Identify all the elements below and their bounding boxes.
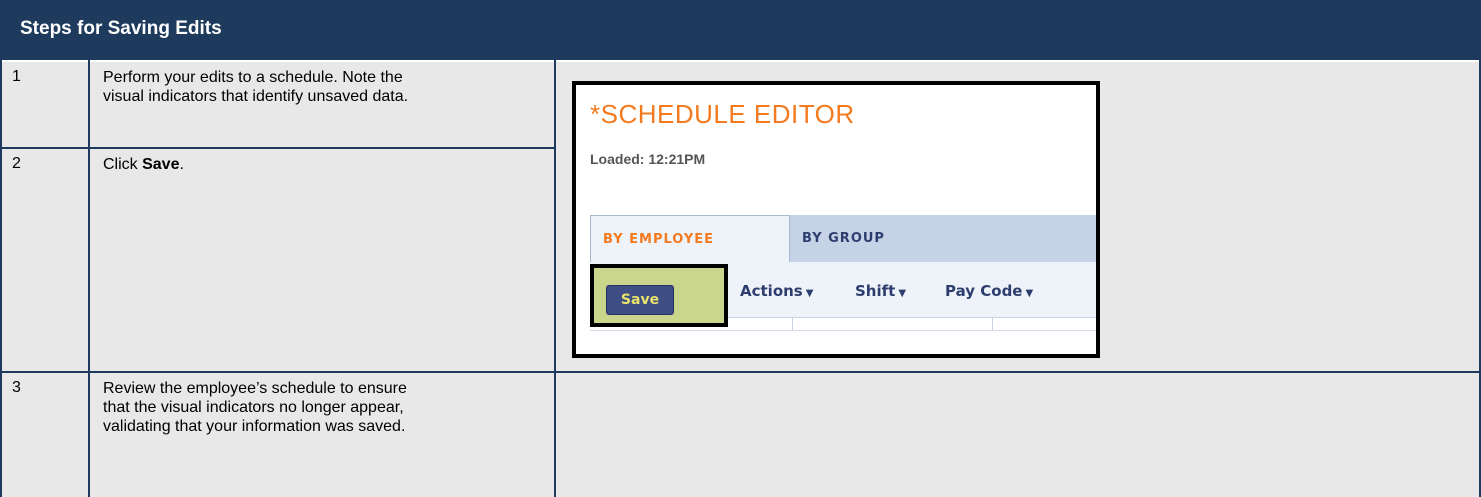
actions-menu[interactable]: Actions ▼: [740, 282, 813, 300]
grid-line: [88, 60, 90, 497]
grid-divider: [792, 318, 793, 330]
step-2-number-cell: [2, 149, 88, 371]
step-text-bold: Save: [142, 156, 180, 173]
chevron-down-icon: ▼: [1025, 288, 1034, 299]
step-3-image-cell: [556, 373, 1479, 497]
grid-divider: [992, 318, 993, 330]
grid-line: [554, 60, 556, 497]
schedule-editor-screenshot: *SCHEDULE EDITOR Loaded: 12:21PM BY EMPL…: [572, 81, 1100, 358]
grid-line: [0, 60, 2, 497]
step-2-text-cell: [90, 149, 554, 371]
grid-line: [0, 147, 556, 149]
schedule-grid-header: [590, 318, 1096, 331]
table-title: Steps for Saving Edits: [20, 18, 222, 39]
grid-line: [0, 371, 1481, 373]
tab-by-group[interactable]: BY GROUP: [790, 215, 960, 262]
shift-label: Shift: [855, 282, 896, 300]
step-text-suffix: .: [179, 156, 184, 173]
step-number: 3: [12, 379, 21, 396]
screenshot-title: *SCHEDULE EDITOR: [590, 99, 855, 129]
actions-label: Actions: [740, 282, 803, 300]
step-number: 2: [12, 155, 21, 172]
chevron-down-icon: ▼: [898, 288, 907, 299]
view-tabs: BY EMPLOYEE BY GROUP: [590, 215, 1096, 262]
shift-menu[interactable]: Shift ▼: [855, 282, 906, 300]
step-text-prefix: Click: [103, 156, 143, 173]
steps-table: Steps for Saving Edits 1 Perform your ed…: [0, 0, 1481, 497]
chevron-down-icon: ▼: [805, 288, 814, 299]
table-header: Steps for Saving Edits: [0, 0, 1481, 60]
step-text: Perform your edits to a schedule. Note t…: [103, 69, 409, 105]
step-text: Click Save.: [103, 155, 443, 174]
pay-code-label: Pay Code: [945, 282, 1023, 300]
editor-toolbar: Save Actions ▼ Shift ▼ Pay Code ▼: [590, 262, 1096, 327]
tab-by-employee[interactable]: BY EMPLOYEE: [590, 215, 790, 262]
step-text: Review the employee’s schedule to ensure…: [103, 380, 407, 435]
loaded-timestamp: Loaded: 12:21PM: [590, 151, 706, 167]
save-button[interactable]: Save: [606, 285, 674, 315]
step-number: 1: [12, 68, 21, 85]
pay-code-menu[interactable]: Pay Code ▼: [945, 282, 1033, 300]
